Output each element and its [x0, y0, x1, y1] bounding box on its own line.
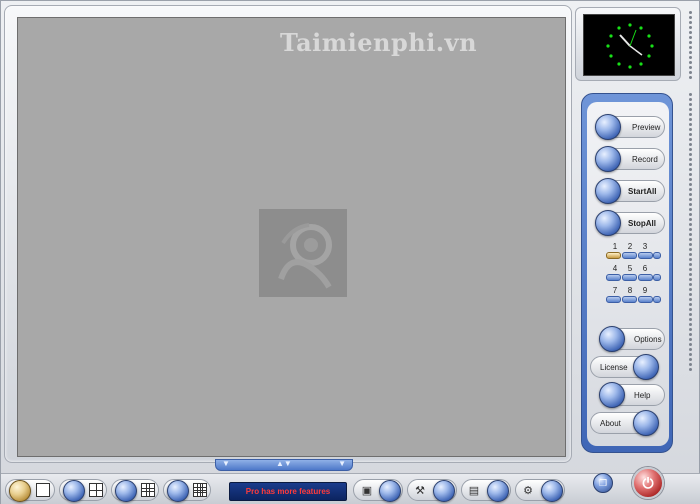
stop-all-orb-icon[interactable] — [595, 210, 621, 236]
tab-right-arrow-icon: ▼ — [338, 459, 346, 468]
channel-number-5: 5 — [627, 264, 633, 273]
license-orb-icon[interactable] — [633, 354, 659, 380]
clock-display — [583, 14, 675, 76]
tool-3-orb-icon[interactable] — [487, 480, 509, 502]
channel-number-9: 9 — [642, 286, 648, 295]
layout-single-orb-icon[interactable] — [9, 480, 31, 502]
channel-number-8: 8 — [627, 286, 633, 295]
power-icon[interactable]: ⏻ — [632, 467, 664, 499]
record-label: Record — [632, 154, 658, 164]
video-display[interactable]: Taimienphi.vn — [17, 17, 566, 457]
record-orb-icon[interactable] — [595, 146, 621, 172]
about-label: About — [600, 418, 621, 428]
options-orb-icon[interactable] — [599, 326, 625, 352]
channel-8-toggle[interactable] — [622, 296, 637, 303]
layout-single-icon[interactable] — [36, 483, 50, 497]
channel-row-2-end — [653, 274, 661, 281]
layout-sixteen-icon[interactable] — [193, 483, 207, 497]
channel-7-toggle[interactable] — [606, 296, 621, 303]
layout-nine-orb-icon[interactable] — [115, 480, 137, 502]
clock-bezel — [575, 7, 681, 81]
channel-9-toggle[interactable] — [638, 296, 653, 303]
channel-number-6: 6 — [642, 264, 648, 273]
camera-logo-icon — [259, 209, 347, 297]
tool-4-orb-icon[interactable] — [541, 480, 563, 502]
channel-number-3: 3 — [642, 242, 648, 251]
speaker-grille-bottom — [685, 91, 695, 373]
channel-4-toggle[interactable] — [606, 274, 621, 281]
speaker-grille-top — [685, 9, 695, 81]
channel-5-toggle[interactable] — [622, 274, 637, 281]
control-panel: Preview Record StartAll StopAll 1 2 3 4 … — [581, 93, 673, 453]
channel-row-1-end — [653, 252, 661, 259]
help-orb-icon[interactable] — [599, 382, 625, 408]
window-icon[interactable]: ▤ — [466, 483, 482, 497]
stop-all-label: StopAll — [628, 218, 656, 228]
app-window: Taimienphi.vn ▼ ▲▼ ▼ Preview Record Star… — [0, 0, 700, 504]
channel-2-toggle[interactable] — [622, 252, 637, 259]
layout-sixteen-orb-icon[interactable] — [167, 480, 189, 502]
help-label: Help — [634, 390, 651, 400]
channel-number-2: 2 — [627, 242, 633, 251]
start-all-orb-icon[interactable] — [595, 178, 621, 204]
layout-nine-icon[interactable] — [141, 483, 155, 497]
monitor-icon[interactable]: ▣ — [359, 483, 375, 497]
preview-label: Preview — [632, 122, 661, 132]
tab-center-arrow-icon: ▲▼ — [276, 459, 292, 468]
watermark-text: Taimienphi.vn — [280, 28, 478, 57]
options-label: Options — [634, 334, 662, 344]
channel-3-toggle[interactable] — [638, 252, 653, 259]
camera-logo — [259, 209, 347, 297]
control-panel-inner: Preview Record StartAll StopAll 1 2 3 4 … — [587, 102, 669, 446]
channel-number-1: 1 — [612, 242, 618, 251]
restore-window-icon[interactable]: ❐ — [593, 473, 613, 493]
tab-left-arrow-icon: ▼ — [222, 459, 230, 468]
channel-number-7: 7 — [612, 286, 618, 295]
channel-1-toggle[interactable] — [606, 252, 621, 259]
tool-1-orb-icon[interactable] — [379, 480, 401, 502]
tool-2-orb-icon[interactable] — [433, 480, 455, 502]
analog-clock-icon — [606, 23, 654, 69]
tools-icon[interactable]: ⚒ — [412, 483, 428, 497]
license-label: License — [600, 362, 628, 372]
settings-icon[interactable]: ⚙ — [520, 483, 536, 497]
layout-quad-icon[interactable] — [89, 483, 103, 497]
playback-tab[interactable]: ▼ ▲▼ ▼ — [215, 459, 353, 471]
about-orb-icon[interactable] — [633, 410, 659, 436]
preview-orb-icon[interactable] — [595, 114, 621, 140]
start-all-label: StartAll — [628, 186, 657, 196]
video-bezel: Taimienphi.vn — [4, 5, 572, 463]
channel-number-4: 4 — [612, 264, 618, 273]
channel-6-toggle[interactable] — [638, 274, 653, 281]
pro-features-banner[interactable]: Pro has more features — [229, 482, 347, 501]
channel-row-3-end — [653, 296, 661, 303]
layout-quad-orb-icon[interactable] — [63, 480, 85, 502]
